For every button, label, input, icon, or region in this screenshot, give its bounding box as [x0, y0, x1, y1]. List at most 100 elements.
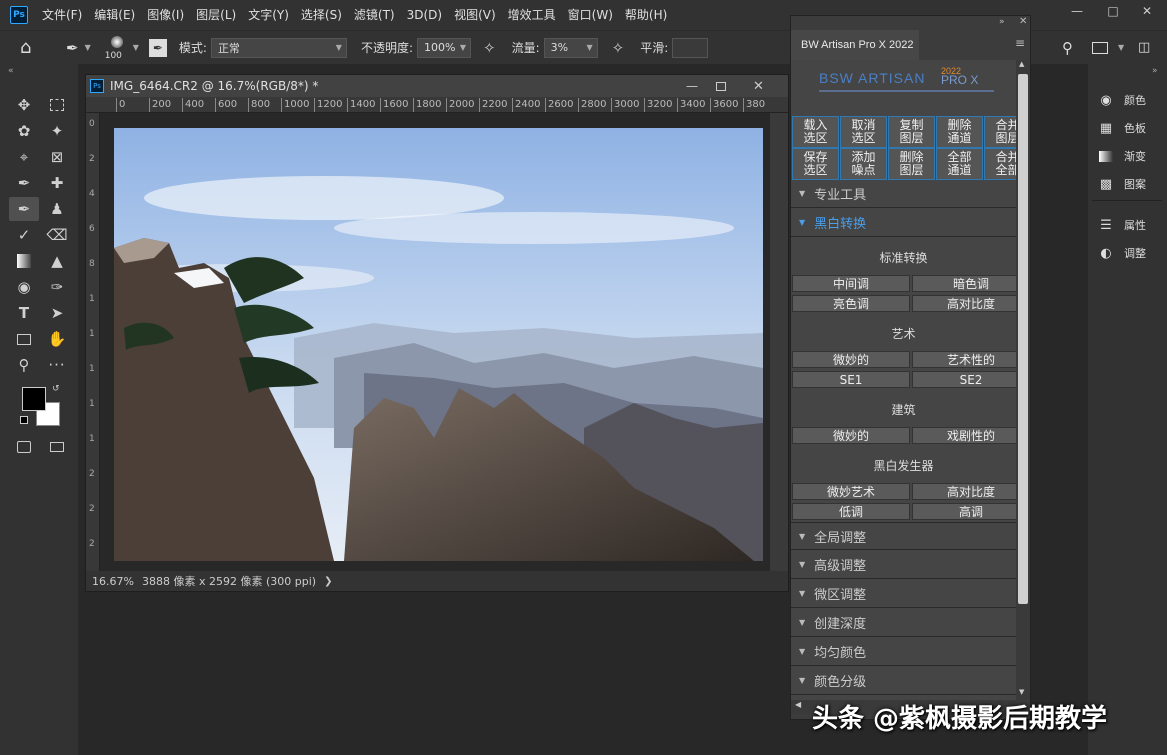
panel-properties[interactable]: ☰ 属性 — [1098, 217, 1146, 233]
minimize-button[interactable]: — — [1060, 0, 1094, 22]
path-select-tool-icon[interactable]: ➤ — [45, 302, 69, 324]
all-channels-button[interactable]: 全部 通道 — [936, 148, 983, 180]
healing-brush-tool-icon[interactable]: ✚ — [45, 172, 69, 194]
canvas-photo[interactable] — [114, 128, 763, 561]
panel-scrollbar[interactable]: ▲ ▼ — [1016, 60, 1030, 700]
swap-colors-icon[interactable]: ↺ — [52, 384, 60, 394]
plugin-tab[interactable]: BW Artisan Pro X 2022 — [791, 30, 919, 60]
scroll-left-icon[interactable]: ◀ — [795, 700, 801, 709]
brush-tool-icon[interactable]: ✒ — [9, 197, 39, 221]
add-noise-button[interactable]: 添加 噪点 — [840, 148, 887, 180]
chevron-down-icon[interactable]: ▼ — [85, 43, 91, 52]
share-icon[interactable]: ◫ — [1138, 40, 1150, 55]
menu-plugins[interactable]: 增效工具 — [502, 0, 562, 30]
delete-layer-button[interactable]: 删除 图层 — [888, 148, 935, 180]
eraser-tool-icon[interactable]: ⌫ — [45, 224, 69, 246]
menu-type[interactable]: 文字(Y) — [242, 0, 295, 30]
load-selection-button[interactable]: 载入 选区 — [792, 116, 839, 148]
more-tools-icon[interactable]: ··· — [45, 354, 69, 376]
panel-patterns[interactable]: ▩ 图案 — [1098, 176, 1146, 192]
section-even-color[interactable]: ▼ 均匀颜色 — [791, 638, 1016, 666]
brush-tool-icon[interactable]: ✒ — [66, 39, 79, 57]
scroll-down-icon[interactable]: ▼ — [1019, 688, 1024, 696]
zoom-level[interactable]: 16.67% — [92, 575, 136, 588]
collapse-left-icon[interactable]: « — [8, 66, 14, 76]
workspace-icon[interactable] — [1092, 41, 1108, 54]
section-create-depth[interactable]: ▼ 创建深度 — [791, 609, 1016, 637]
close-icon[interactable]: ✕ — [753, 79, 764, 94]
close-panel-icon[interactable]: ✕ — [1019, 16, 1027, 27]
scroll-up-icon[interactable]: ▲ — [1019, 60, 1024, 68]
menu-layer[interactable]: 图层(L) — [190, 0, 242, 30]
hand-tool-icon[interactable]: ✋ — [45, 328, 69, 350]
vertical-scrollbar[interactable] — [770, 113, 788, 571]
panel-adjustments[interactable]: ◐ 调整 — [1098, 245, 1146, 261]
blur-tool-icon[interactable]: ▲ — [45, 250, 69, 272]
eyedropper-tool-icon[interactable]: ✒ — [12, 172, 36, 194]
menu-window[interactable]: 窗口(W) — [562, 0, 619, 30]
stamp-tool-icon[interactable]: ♟ — [45, 198, 69, 220]
subtle-art-button[interactable]: 微妙的 — [792, 351, 910, 368]
collapse-icon[interactable]: » — [999, 17, 1005, 27]
section-color-grading[interactable]: ▼ 颜色分级 — [791, 667, 1016, 695]
marquee-tool-icon[interactable] — [45, 94, 69, 116]
menu-image[interactable]: 图像(I) — [141, 0, 190, 30]
menu-filter[interactable]: 滤镜(T) — [348, 0, 401, 30]
arch-dramatic-button[interactable]: 戏剧性的 — [912, 427, 1016, 444]
high-key-button[interactable]: 高调 — [912, 503, 1016, 520]
section-bw-convert[interactable]: ▼ 黑白转换 — [791, 209, 1016, 237]
se2-button[interactable]: SE2 — [912, 371, 1016, 388]
panel-menu-icon[interactable]: ≡ — [1015, 36, 1025, 50]
panel-gradients[interactable]: 渐变 — [1098, 148, 1146, 164]
document-title-bar[interactable]: Ps IMG_6464.CR2 @ 16.7%(RGB/8*) * — ✕ — [86, 75, 788, 97]
pen-tool-icon[interactable]: ✑ — [45, 276, 69, 298]
light-tones-button[interactable]: 亮色调 — [792, 295, 910, 312]
pressure-opacity-icon[interactable]: ✧ — [483, 39, 496, 57]
chevron-down-icon[interactable]: ▼ — [1118, 43, 1124, 52]
flow-field[interactable]: 3% ▼ — [543, 37, 598, 58]
chevron-right-icon[interactable]: ❯ — [324, 576, 332, 587]
foreground-color-swatch[interactable] — [22, 387, 46, 411]
deselect-button[interactable]: 取消 选区 — [840, 116, 887, 148]
screen-mode-icon[interactable] — [45, 436, 69, 458]
rectangle-tool-icon[interactable] — [12, 328, 36, 350]
airbrush-icon[interactable]: ✧ — [612, 39, 625, 57]
default-colors-icon[interactable] — [20, 416, 28, 424]
close-button[interactable]: ✕ — [1130, 0, 1164, 22]
quick-select-tool-icon[interactable]: ✦ — [45, 120, 69, 142]
type-tool-icon[interactable]: T — [12, 302, 36, 324]
se1-button[interactable]: SE1 — [792, 371, 910, 388]
minimize-icon[interactable]: — — [686, 79, 698, 93]
gen-subtle-art-button[interactable]: 微妙艺术 — [792, 483, 910, 500]
menu-3d[interactable]: 3D(D) — [401, 0, 448, 30]
artistic-button[interactable]: 艺术性的 — [912, 351, 1016, 368]
chevron-down-icon[interactable]: ▼ — [133, 43, 139, 52]
panel-swatches[interactable]: ▦ 色板 — [1098, 120, 1146, 136]
history-brush-tool-icon[interactable]: ✓ — [12, 224, 36, 246]
menu-view[interactable]: 视图(V) — [448, 0, 502, 30]
delete-channel-button[interactable]: 删除 通道 — [936, 116, 983, 148]
midtones-button[interactable]: 中间调 — [792, 275, 910, 292]
gen-high-contrast-button[interactable]: 高对比度 — [912, 483, 1016, 500]
menu-select[interactable]: 选择(S) — [295, 0, 348, 30]
save-selection-button[interactable]: 保存 选区 — [792, 148, 839, 180]
dark-tones-button[interactable]: 暗色调 — [912, 275, 1016, 292]
home-icon[interactable]: ⌂ — [20, 37, 44, 58]
high-contrast-button[interactable]: 高对比度 — [912, 295, 1016, 312]
mode-select[interactable]: 正常 ▼ — [210, 37, 347, 58]
merge-layers-button[interactable]: 合并 图层 — [984, 116, 1016, 148]
merge-all-button[interactable]: 合并 全部 — [984, 148, 1016, 180]
section-global-adjust[interactable]: ▼ 全局调整 — [791, 522, 1016, 550]
brush-panel-icon[interactable]: ✒ — [148, 38, 167, 57]
crop-tool-icon[interactable]: ⌖ — [12, 146, 36, 168]
smooth-field[interactable] — [672, 37, 709, 58]
gradient-tool-icon[interactable] — [12, 250, 36, 272]
arch-subtle-button[interactable]: 微妙的 — [792, 427, 910, 444]
zoom-tool-icon[interactable]: ⚲ — [12, 354, 36, 376]
move-tool-icon[interactable]: ✥ — [12, 94, 36, 116]
scroll-thumb[interactable] — [1018, 74, 1028, 604]
menu-edit[interactable]: 编辑(E) — [88, 0, 141, 30]
section-pro-tools[interactable]: ▼ 专业工具 — [791, 180, 1016, 208]
section-advanced-adjust[interactable]: ▼ 高级调整 — [791, 551, 1016, 579]
lasso-tool-icon[interactable]: ✿ — [12, 120, 36, 142]
